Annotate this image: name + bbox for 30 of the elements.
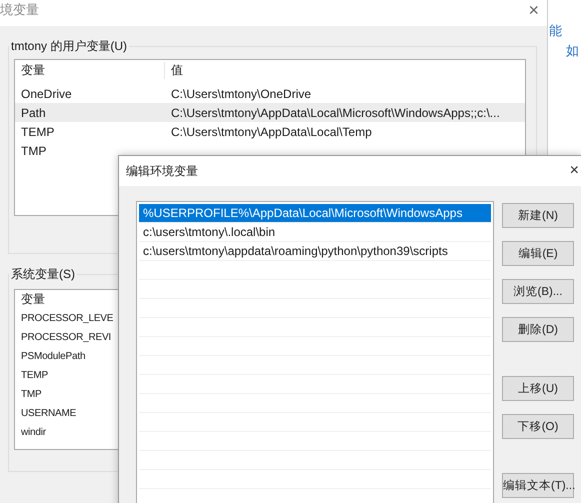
path-item[interactable]: %USERPROFILE%\AppData\Local\Microsoft\WindowsApps [139,204,491,223]
variable-value: C:\Users\tmtony\AppData\Local\Temp [170,124,372,138]
path-item[interactable]: c:\users\tmtony\appdata\roaming\python\python39\scripts [139,242,491,261]
variable-value: C:\Users\tmtony\AppData\Local\Microsoft\WindowsApps;;c:\... [170,106,500,120]
dialog-button[interactable]: 编辑文本(T)... [502,473,574,498]
dialog-title: 编辑环境变量 [126,162,198,180]
dialog-button[interactable]: 下移(O) [502,414,574,439]
close-button[interactable]: × [528,0,539,20]
variable-name: TMP [20,144,48,158]
dialog-button[interactable]: 编辑(E) [502,241,574,266]
variable-row[interactable]: Path C:\Users\tmtony\AppData\Local\Microsoft\WindowsApps;;c:\... [15,103,525,122]
dialog-button[interactable]: 删除(D) [502,317,574,342]
close-button[interactable]: × [570,162,579,180]
column-header[interactable]: 值 [165,62,183,78]
variable-name: Path [20,106,47,120]
variable-value: C:\Users\tmtony\OneDrive [170,86,312,100]
variable-name: TEMP [20,124,56,138]
link[interactable]: 能 [549,22,579,40]
dialog-button[interactable]: 上移(U) [502,376,574,401]
column-header[interactable]: 变量 [15,62,165,78]
variable-row[interactable]: TEMP C:\Users\tmtony\AppData\Local\Temp [15,122,525,141]
dialog-button[interactable]: 新建(N) [502,203,574,228]
variable-row[interactable]: OneDrive C:\Users\tmtony\OneDrive [15,84,525,103]
window-title: 境变量 [0,1,39,19]
dialog-button[interactable]: 浏览(B)... [502,279,574,304]
path-item[interactable]: c:\users\tmtony\.local\bin [139,223,491,242]
group-title: tmtony 的用户变量(U) [10,38,128,55]
link[interactable]: 如 [566,42,579,60]
variable-name: OneDrive [20,86,73,100]
group-title: 系统变量(S) [10,266,76,283]
